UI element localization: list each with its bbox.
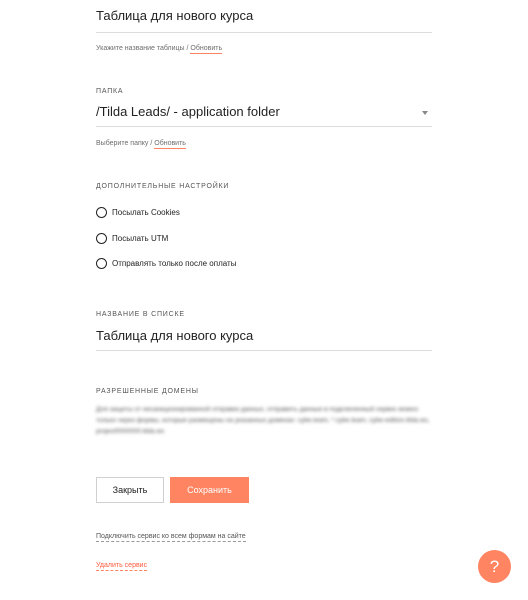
save-button[interactable]: Сохранить: [170, 477, 249, 503]
option-after-payment[interactable]: Отправлять только после оплаты: [96, 258, 236, 269]
folder-value: /Tilda Leads/ - application folder: [96, 104, 280, 119]
radio-circle-icon: [96, 207, 107, 218]
table-name-refresh-link[interactable]: Обновить: [190, 45, 223, 54]
option-label: Посылать Cookies: [112, 208, 180, 217]
help-button[interactable]: ?: [478, 550, 511, 583]
folder-hint: Выберите папку / Обновить: [96, 140, 186, 149]
table-name-value: Таблица для нового курса: [96, 8, 254, 23]
chevron-down-icon: [422, 111, 428, 115]
list-name-input[interactable]: Таблица для нового курса: [96, 328, 432, 351]
option-send-utm[interactable]: Посылать UTM: [96, 233, 168, 244]
radio-circle-icon: [96, 233, 107, 244]
radio-circle-icon: [96, 258, 107, 269]
extra-settings-label: ДОПОЛНИТЕЛЬНЫЕ НАСТРОЙКИ: [96, 183, 230, 190]
allowed-domains-description: Для защиты от несанкционированной отправ…: [96, 406, 430, 435]
table-name-input[interactable]: Таблица для нового курса: [96, 8, 432, 33]
question-mark-icon: ?: [489, 556, 500, 576]
folder-refresh-link[interactable]: Обновить: [154, 140, 186, 149]
close-button[interactable]: Закрыть: [96, 477, 164, 503]
allowed-domains-label: РАЗРЕШЕННЫЕ ДОМЕНЫ: [96, 388, 199, 395]
delete-service-link[interactable]: Удалить сервис: [96, 562, 148, 571]
folder-label: ПАПКА: [96, 88, 124, 95]
list-name-label: НАЗВАНИЕ В СПИСКЕ: [96, 311, 185, 318]
option-label: Отправлять только после оплаты: [112, 259, 237, 268]
option-label: Посылать UTM: [112, 234, 169, 243]
folder-select[interactable]: /Tilda Leads/ - application folder: [96, 104, 432, 127]
list-name-value: Таблица для нового курса: [96, 328, 254, 343]
option-send-cookies[interactable]: Посылать Cookies: [96, 207, 180, 218]
table-name-hint: Укажите название таблицы / Обновить: [96, 45, 223, 54]
connect-all-forms-link[interactable]: Подключить сервис ко всем формам на сайт…: [96, 533, 246, 542]
